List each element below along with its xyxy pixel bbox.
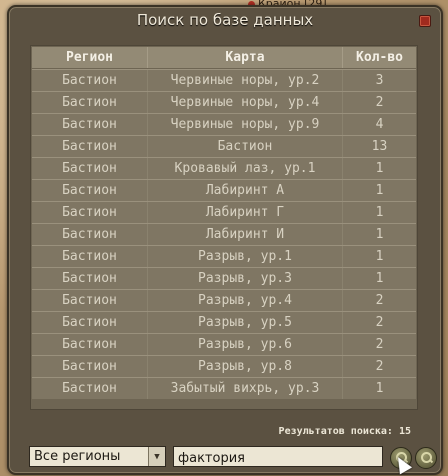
row-region: Бастион: [62, 73, 117, 88]
close-icon[interactable]: [419, 15, 431, 27]
table-row[interactable]: Бастион Разрыв, ур.5 2: [32, 311, 416, 333]
table-header: Регион Карта Кол-во: [32, 47, 416, 68]
table-row[interactable]: Бастион Разрыв, ур.6 2: [32, 333, 416, 355]
row-count: 2: [375, 315, 384, 330]
row-map: Разрыв, ур.6: [147, 334, 343, 355]
row-count: 1: [375, 161, 384, 176]
table-row[interactable]: Бастион Разрыв, ур.1 1: [32, 245, 416, 267]
row-region: Бастион: [62, 95, 117, 110]
row-region: Бастион: [62, 315, 117, 330]
table-row[interactable]: Бастион Разрыв, ур.4 2: [32, 289, 416, 311]
row-map: Забытый вихрь, ур.3: [147, 378, 343, 399]
search-icon[interactable]: [415, 447, 437, 469]
row-map: Червиные норы, ур.4: [147, 92, 343, 113]
row-count: 1: [375, 183, 384, 198]
results-count: Результатов поиска: 15: [278, 426, 411, 437]
column-header-map[interactable]: Карта: [147, 47, 343, 68]
row-region: Бастион: [62, 117, 117, 132]
table-row[interactable]: Бастион Забытый вихрь, ур.3 1: [32, 377, 416, 399]
row-map: Лабиринт И: [147, 224, 343, 245]
column-header-count[interactable]: Кол-во: [343, 47, 416, 68]
column-header-region[interactable]: Регион: [32, 47, 147, 68]
table-row[interactable]: Бастион Червиные норы, ур.4 2: [32, 91, 416, 113]
row-region: Бастион: [62, 205, 117, 220]
table-row[interactable]: Бастион Бастион 13: [32, 135, 416, 157]
row-count: 2: [375, 293, 384, 308]
row-map: Разрыв, ур.5: [147, 312, 343, 333]
row-region: Бастион: [62, 337, 117, 352]
chevron-down-icon[interactable]: ▼: [148, 447, 165, 466]
table-row[interactable]: Бастион Червиные норы, ур.2 3: [32, 69, 416, 91]
row-region: Бастион: [62, 139, 117, 154]
row-map: Лабиринт А: [147, 180, 343, 201]
row-count: 1: [375, 249, 384, 264]
row-count: 1: [375, 381, 384, 396]
table-row[interactable]: Бастион Кровавый лаз, ур.1 1: [32, 157, 416, 179]
row-count: 4: [375, 117, 384, 132]
region-select[interactable]: Все регионы ▼: [29, 446, 166, 467]
region-select-value: Все регионы: [34, 449, 121, 464]
results-table: Регион Карта Кол-во Бастион Червиные норы…: [30, 45, 418, 410]
row-map: Бастион: [147, 136, 343, 157]
row-count: 2: [375, 95, 384, 110]
search-input-wrap[interactable]: [173, 446, 383, 468]
row-map: Червиные норы, ур.2: [147, 70, 343, 91]
row-map: Разрыв, ур.8: [147, 356, 343, 377]
row-count: 1: [375, 271, 384, 286]
row-region: Бастион: [62, 293, 117, 308]
row-map: Лабиринт Г: [147, 202, 343, 223]
row-region: Бастион: [62, 381, 117, 396]
database-search-window: Поиск по базе данных Регион Карта Кол-во…: [7, 5, 443, 475]
row-map: Червиные норы, ур.9: [147, 114, 343, 135]
row-region: Бастион: [62, 359, 117, 374]
search-input[interactable]: [174, 449, 382, 468]
row-map: Разрыв, ур.1: [147, 246, 343, 267]
row-region: Бастион: [62, 183, 117, 198]
row-region: Бастион: [62, 249, 117, 264]
row-count: 1: [375, 227, 384, 242]
row-count: 2: [375, 359, 384, 374]
row-count: 3: [375, 73, 384, 88]
table-row[interactable]: Бастион Разрыв, ур.8 2: [32, 355, 416, 377]
table-row[interactable]: Бастион Лабиринт И 1: [32, 223, 416, 245]
table-row[interactable]: Бастион Лабиринт А 1: [32, 179, 416, 201]
row-count: 13: [371, 139, 388, 154]
row-map: Разрыв, ур.3: [147, 268, 343, 289]
row-count: 2: [375, 337, 384, 352]
table-row[interactable]: Бастион Лабиринт Г 1: [32, 201, 416, 223]
row-region: Бастион: [62, 161, 117, 176]
row-region: Бастион: [62, 227, 117, 242]
table-row[interactable]: Бастион Червиные норы, ур.9 4: [32, 113, 416, 135]
row-count: 1: [375, 205, 384, 220]
window-title: Поиск по базе данных: [136, 11, 314, 29]
row-map: Кровавый лаз, ур.1: [147, 158, 343, 179]
row-map: Разрыв, ур.4: [147, 290, 343, 311]
row-region: Бастион: [62, 271, 117, 286]
table-row[interactable]: Бастион Разрыв, ур.3 1: [32, 267, 416, 289]
